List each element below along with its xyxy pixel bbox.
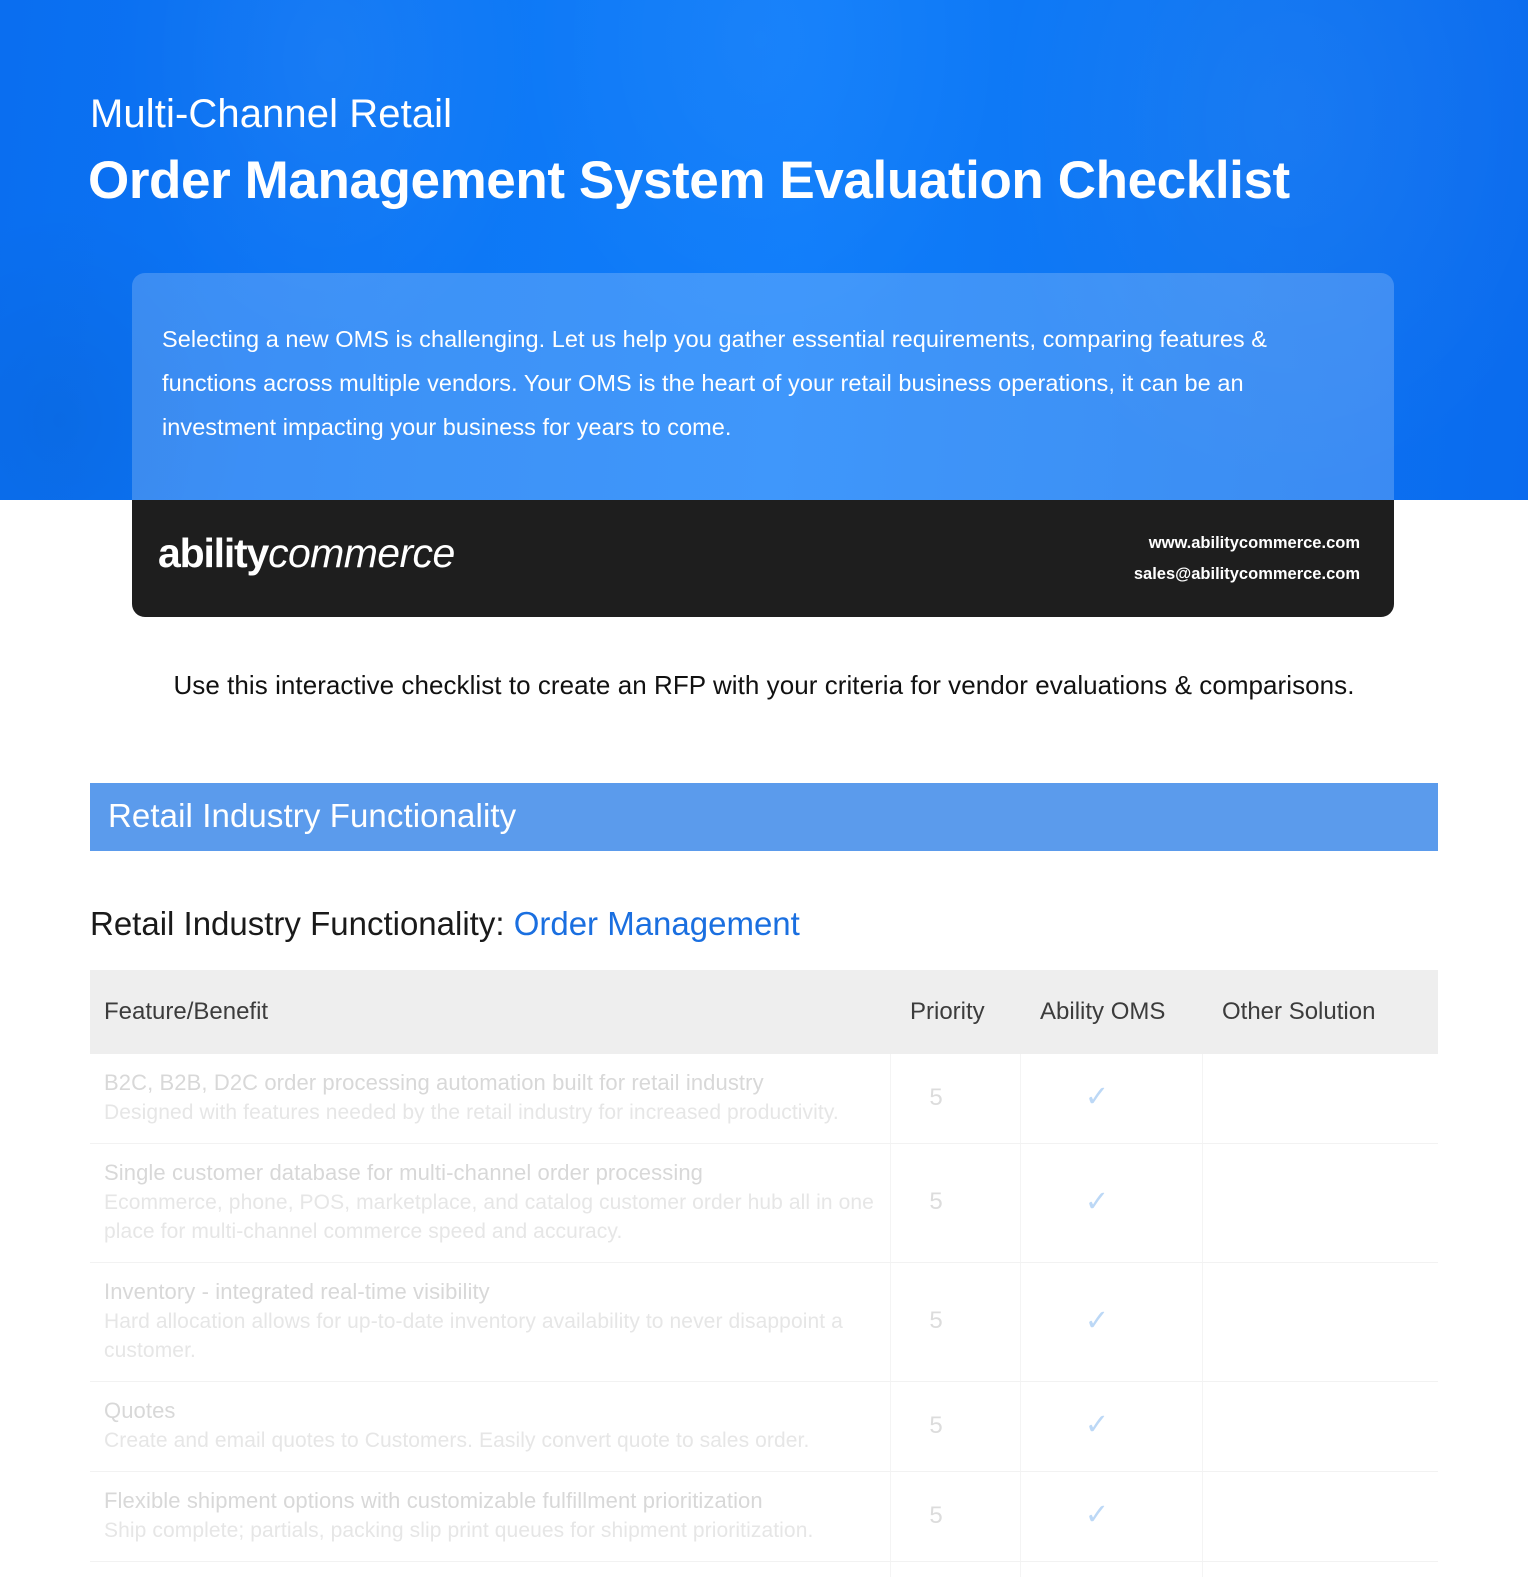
cell-other-solution[interactable]: ✓ [1201,1143,1438,1263]
cell-other-solution[interactable]: ✓ [1201,1561,1438,1577]
subsection-link[interactable]: Order Management [514,905,800,942]
hero-banner: Multi-Channel Retail Order Management Sy… [0,0,1528,500]
checkmark-icon-other: ✓ [1294,1411,1318,1440]
cell-feature: B2C, B2B, D2C order processing automatio… [90,1054,890,1144]
checkmark-icon-other: ✓ [1294,1307,1318,1336]
page-title: Order Management System Evaluation Check… [88,151,1290,210]
cell-ability-oms[interactable]: ✓ [1019,1381,1202,1472]
checkmark-icon-other: ✓ [1294,1501,1318,1530]
cell-ability-oms[interactable]: ✓ [1019,1054,1202,1144]
email-link[interactable]: sales@abilitycommerce.com [1134,559,1360,590]
priority-value: 5 [929,1188,943,1215]
col-header-ability-oms: Ability OMS [1020,970,1202,1054]
table-header-row: Feature/Benefit Priority Ability OMS Oth… [90,970,1438,1054]
table-row: B2C, B2B, D2C order processing automatio… [90,1054,1438,1144]
col-header-priority: Priority [890,970,1020,1054]
section-header-label: Retail Industry Functionality [108,797,517,834]
cell-ability-oms[interactable]: ✓ [1019,1143,1202,1263]
intro-text: Use this interactive checklist to create… [173,670,1355,700]
subsection-title: Retail Industry Functionality: Order Man… [90,905,800,943]
cell-other-solution[interactable]: ✓ [1201,1471,1438,1562]
col-header-other-solution: Other Solution [1202,970,1438,1054]
feature-title: Quotes [104,1398,176,1423]
hero-callout-box: Selecting a new OMS is challenging. Let … [132,273,1394,500]
brand-logo-italic: commerce [268,530,455,576]
brand-logo: abilitycommerce [158,530,455,577]
checkmark-icon: ✓ [1084,1304,1110,1337]
checkmark-icon: ✓ [1084,1185,1110,1218]
subsection-prefix: Retail Industry Functionality: [90,905,505,942]
checkmark-icon-other: ✓ [1294,1188,1318,1217]
checkmark-icon: ✓ [1084,1499,1110,1531]
feature-description: Ecommerce, phone, POS, marketplace, and … [104,1191,874,1243]
cell-other-solution[interactable]: ✓ [1201,1262,1438,1382]
checkmark-icon: ✓ [1084,1409,1110,1441]
cell-priority[interactable]: 5 [889,1143,1020,1263]
table-body: B2C, B2B, D2C order processing automatio… [90,1054,1438,1577]
brand-logo-bar: abilitycommerce www.abilitycommerce.com … [132,500,1394,617]
priority-value: 5 [929,1307,943,1334]
website-link[interactable]: www.abilitycommerce.com [1134,528,1360,559]
priority-value: 5 [929,1501,943,1529]
cell-other-solution[interactable]: ✓ [1201,1054,1438,1144]
feature-title: Single customer database for multi-chann… [104,1160,703,1185]
cell-priority[interactable]: 5 [889,1471,1020,1562]
cell-priority[interactable]: 5 [889,1262,1020,1382]
feature-title: Flexible shipment options with customiza… [104,1488,763,1513]
cell-priority[interactable]: 5 [889,1381,1020,1472]
feature-description: Designed with features needed by the ret… [104,1101,839,1124]
cell-other-solution[interactable]: ✓ [1201,1381,1438,1472]
table-row: Inventory - integrated real-time visibil… [90,1262,1438,1382]
col-header-feature: Feature/Benefit [90,970,890,1054]
checkmark-icon-other: ✓ [1294,1083,1318,1112]
hero-callout-text: Selecting a new OMS is challenging. Let … [162,326,1268,440]
cell-feature: Inventory - integrated real-time visibil… [90,1262,890,1382]
cell-ability-oms[interactable]: ✓ [1019,1262,1202,1382]
cell-ability-oms[interactable]: ✓ [1019,1561,1202,1577]
cell-priority[interactable]: 5 [889,1054,1020,1144]
table-row: Dropship order processingElectronically … [90,1561,1438,1577]
table-row: Single customer database for multi-chann… [90,1143,1438,1263]
feature-description: Create and email quotes to Customers. Ea… [104,1429,810,1452]
checklist-table-wrapper: Feature/Benefit Priority Ability OMS Oth… [90,970,1438,1577]
contact-block: www.abilitycommerce.com sales@abilitycom… [1134,528,1360,590]
priority-value: 5 [929,1411,943,1439]
hero-eyebrow: Multi-Channel Retail [90,92,453,136]
feature-description: Hard allocation allows for up-to-date in… [104,1310,843,1362]
table-head: Feature/Benefit Priority Ability OMS Oth… [90,970,1438,1054]
checkmark-icon: ✓ [1084,1081,1110,1113]
section-header-bar: Retail Industry Functionality [90,783,1438,851]
cell-feature: Single customer database for multi-chann… [90,1143,890,1263]
feature-description: Ship complete; partials, packing slip pr… [104,1519,814,1542]
cell-feature: Flexible shipment options with customiza… [90,1471,890,1562]
cell-feature: Dropship order processingElectronically … [90,1561,890,1577]
feature-title: B2C, B2B, D2C order processing automatio… [104,1070,764,1095]
brand-logo-bold: ability [158,530,269,576]
checklist-table: Feature/Benefit Priority Ability OMS Oth… [90,970,1438,1577]
table-row: Flexible shipment options with customiza… [90,1471,1438,1562]
cell-ability-oms[interactable]: ✓ [1019,1471,1202,1562]
table-row: Quotes Create and email quotes to Custome… [90,1381,1438,1472]
priority-value: 5 [929,1083,943,1111]
cell-priority[interactable]: 5 [889,1561,1020,1577]
cell-feature: Quotes Create and email quotes to Custome… [90,1381,890,1472]
feature-title: Inventory - integrated real-time visibil… [104,1279,490,1304]
